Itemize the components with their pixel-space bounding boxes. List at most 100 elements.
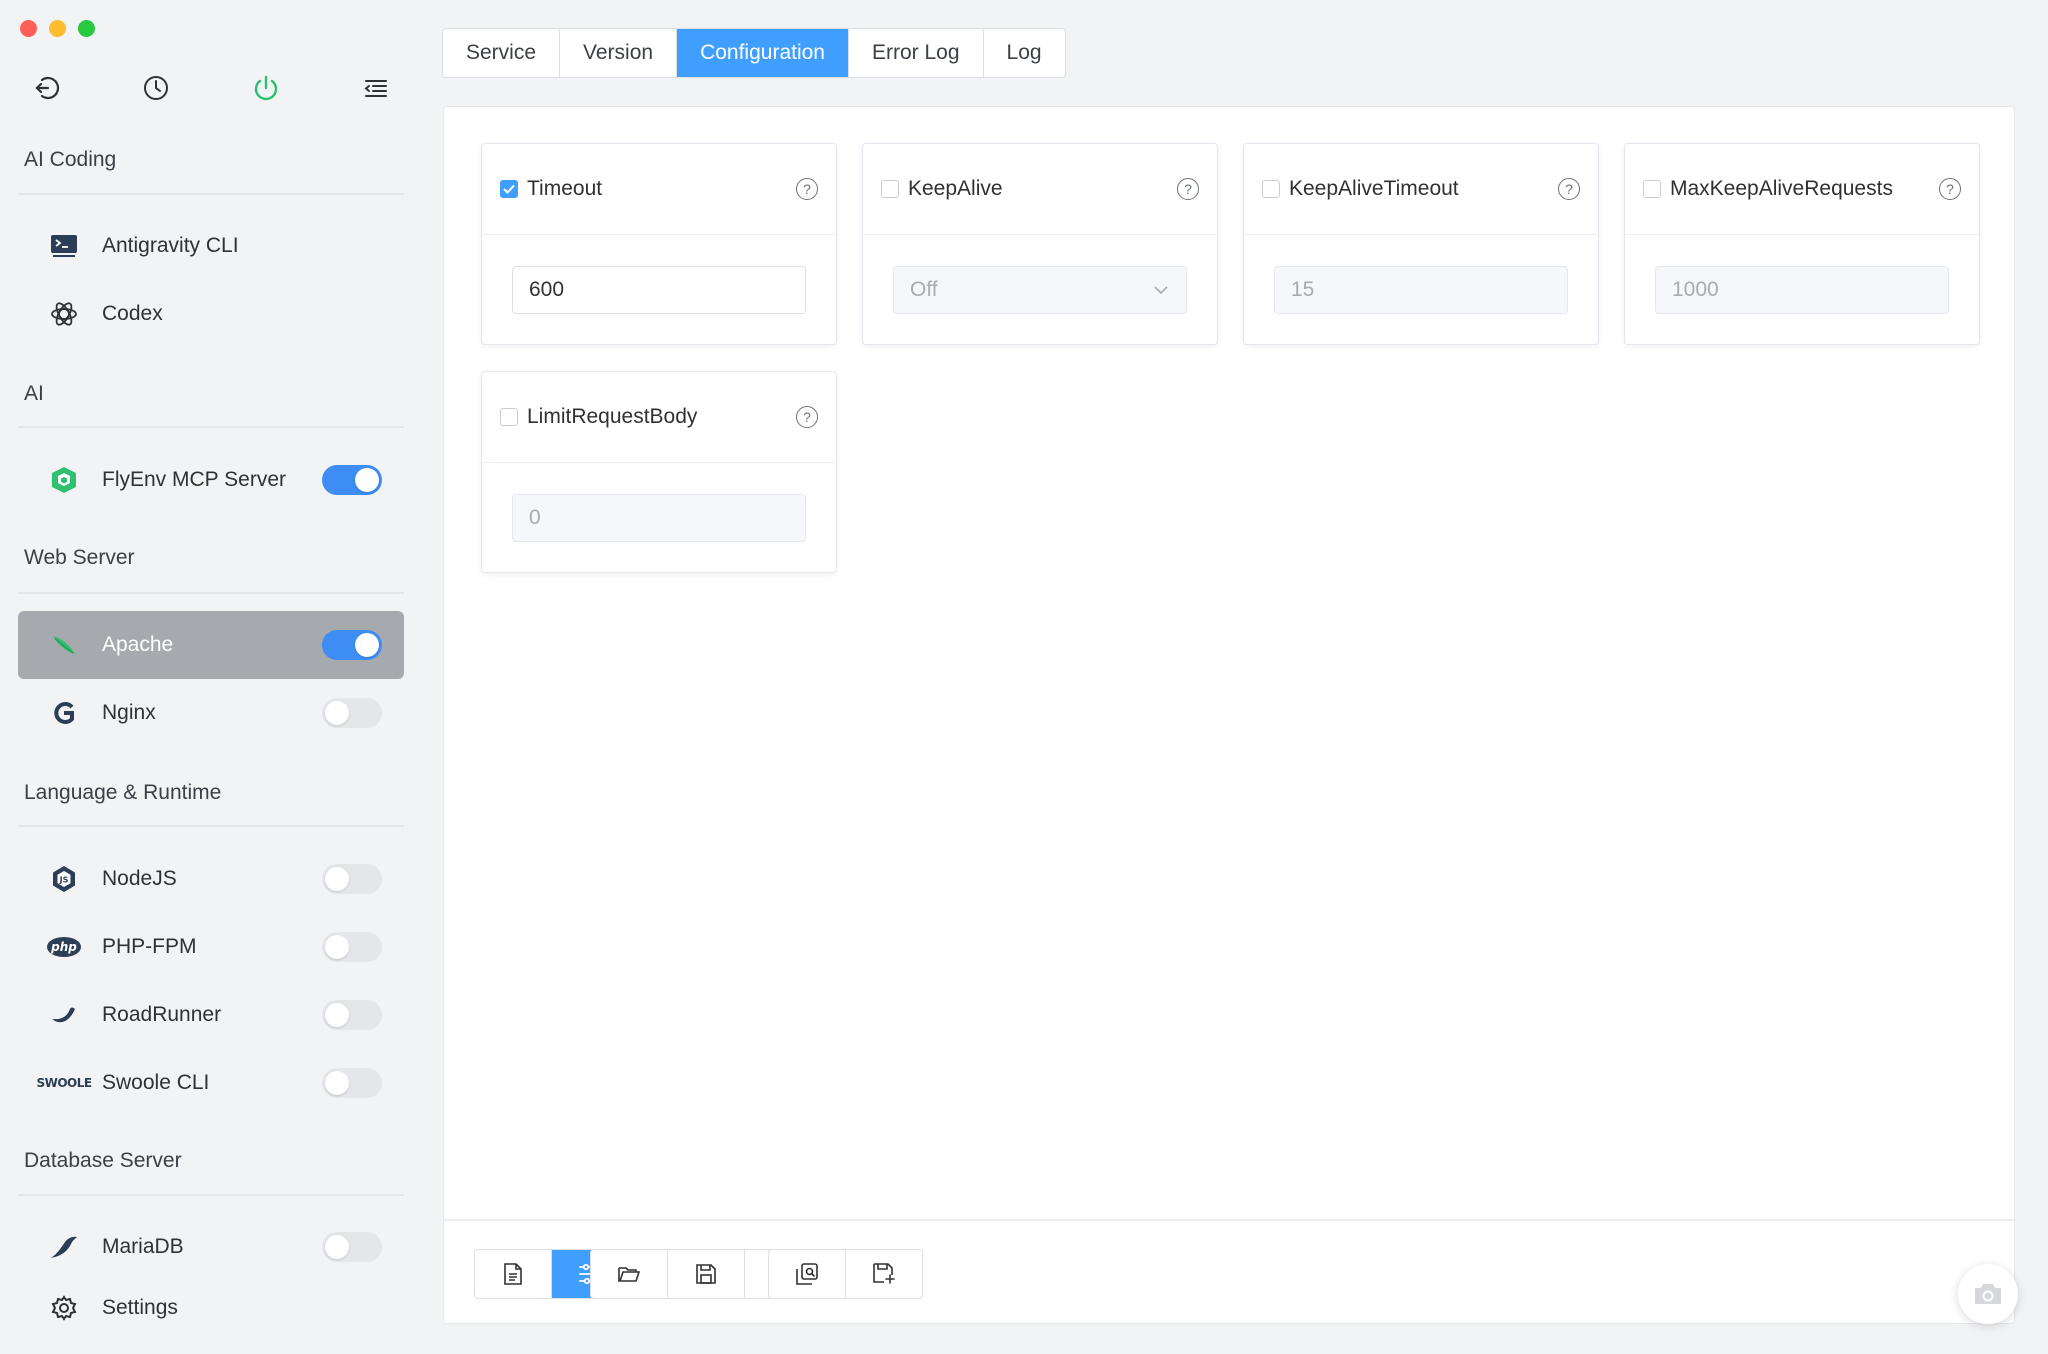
swoole-logo-text: SWOOLE [36,1076,92,1090]
chevron-down-icon [1154,267,1168,330]
save-icon[interactable] [668,1250,745,1298]
camera-icon [1975,1284,2001,1304]
back-icon[interactable] [26,68,66,108]
sidebar-item-settings[interactable]: Settings [18,1274,404,1342]
keepalive-timeout-checkbox[interactable] [1262,180,1280,198]
search-file-icon[interactable] [769,1250,846,1298]
keepalive-select[interactable]: Off [893,266,1187,314]
card-title: LimitRequestBody [527,405,698,428]
sidebar-item-label: Codex [102,302,163,325]
tab-log[interactable]: Log [984,29,1065,77]
help-icon[interactable]: ? [1177,178,1199,200]
sidebar-item-antigravity-cli[interactable]: Antigravity CLI [18,212,404,280]
divider [18,426,404,428]
toolbar-divider [444,1219,2014,1221]
cube-icon [44,465,84,495]
group-title-language-runtime: Language & Runtime [24,781,222,804]
swoole-toggle[interactable] [322,1068,382,1098]
sidebar-item-label: Nginx [102,701,156,724]
tab-configuration[interactable]: Configuration [677,29,849,77]
toggle-knob [325,701,349,725]
menu-icon[interactable] [356,68,396,108]
sidebar-item-label: MariaDB [102,1235,184,1258]
nginx-icon [44,699,84,727]
max-keepalive-requests-input[interactable]: 1000 [1655,266,1949,314]
tab-service[interactable]: Service [443,29,561,77]
sidebar-top-toolbar [26,68,396,108]
card-title: Timeout [527,177,603,200]
toggle-knob [325,1003,349,1027]
help-icon[interactable]: ? [1939,178,1961,200]
toggle-knob [325,1235,349,1259]
card-header: Timeout ? [482,144,836,235]
config-card-timeout: Timeout ? 600 [481,143,837,345]
keepalive-timeout-input[interactable]: 15 [1274,266,1568,314]
sidebar-item-label: RoadRunner [102,1003,222,1026]
folder-icon[interactable] [591,1250,668,1298]
apache-toggle[interactable] [322,630,382,660]
check-icon [503,184,515,194]
nodejs-icon: JS [44,864,84,894]
card-header: MaxKeepAliveRequests ? [1625,144,1979,235]
sidebar-item-label: Swoole CLI [102,1071,210,1094]
save-as-icon[interactable] [846,1250,922,1298]
limit-request-body-checkbox[interactable] [500,408,518,426]
sidebar-item-flyenv-mcp-server[interactable]: FlyEnv MCP Server [18,446,404,514]
max-keepalive-requests-checkbox[interactable] [1643,180,1661,198]
divider [18,193,404,195]
screenshot-camera-button[interactable] [1958,1264,2018,1324]
svg-text:JS: JS [59,876,69,885]
swoole-icon: SWOOLE [36,1076,92,1090]
tab-error-log[interactable]: Error Log [849,29,984,77]
group-title-ai-coding: AI Coding [24,148,117,171]
sidebar-item-label: Antigravity CLI [102,234,239,257]
group-title-web-server: Web Server [24,546,135,569]
config-card-keepalive-timeout: KeepAliveTimeout ? 15 [1243,143,1599,345]
sidebar-item-mariadb[interactable]: MariaDB [18,1213,404,1281]
php-fpm-toggle[interactable] [322,932,382,962]
limit-request-body-input[interactable]: 0 [512,494,806,542]
sidebar-item-nodejs[interactable]: JS NodeJS [18,845,404,913]
roadrunner-toggle[interactable] [322,1000,382,1030]
history-icon[interactable] [136,68,176,108]
config-card-limit-request-body: LimitRequestBody ? 0 [481,371,837,573]
select-value: Off [910,278,938,301]
tab-version[interactable]: Version [560,29,678,77]
toggle-knob [355,468,379,492]
sidebar-item-label: FlyEnv MCP Server [102,468,286,491]
sidebar-item-roadrunner[interactable]: RoadRunner [18,981,404,1049]
power-icon[interactable] [246,68,286,108]
roadrunner-icon [44,1003,84,1027]
divider [18,1194,404,1196]
config-card-max-keepalive-requests: MaxKeepAliveRequests ? 1000 [1624,143,1980,345]
sidebar-item-label: Settings [102,1296,178,1319]
openai-icon [44,299,84,329]
sidebar-item-label: NodeJS [102,867,177,890]
php-icon: php [44,937,84,957]
toggle-knob [355,633,379,657]
divider [18,592,404,594]
card-header: KeepAliveTimeout ? [1244,144,1598,235]
sidebar-item-nginx[interactable]: Nginx [18,679,404,747]
mariadb-seal-icon [44,1234,84,1260]
sidebar-item-php-fpm[interactable]: php PHP-FPM [18,913,404,981]
app-window: AI Coding Antigravity CLI Codex AI FlyEn… [0,0,2048,1354]
sidebar-item-apache[interactable]: Apache [18,611,404,679]
sidebar: AI Coding Antigravity CLI Codex AI FlyEn… [0,0,420,1354]
sidebar-item-codex[interactable]: Codex [18,280,404,348]
help-icon[interactable]: ? [796,406,818,428]
card-title: MaxKeepAliveRequests [1670,177,1893,200]
help-icon[interactable]: ? [1558,178,1580,200]
timeout-checkbox[interactable] [500,180,518,198]
nodejs-toggle[interactable] [322,864,382,894]
sidebar-item-swoole-cli[interactable]: SWOOLE Swoole CLI [18,1049,404,1117]
apache-feather-icon [44,630,84,660]
mariadb-toggle[interactable] [322,1232,382,1262]
timeout-input[interactable]: 600 [512,266,806,314]
flyenv-mcp-toggle[interactable] [322,465,382,495]
php-logo: php [47,937,81,957]
document-icon[interactable] [475,1250,552,1298]
nginx-toggle[interactable] [322,698,382,728]
keepalive-checkbox[interactable] [881,180,899,198]
help-icon[interactable]: ? [796,178,818,200]
